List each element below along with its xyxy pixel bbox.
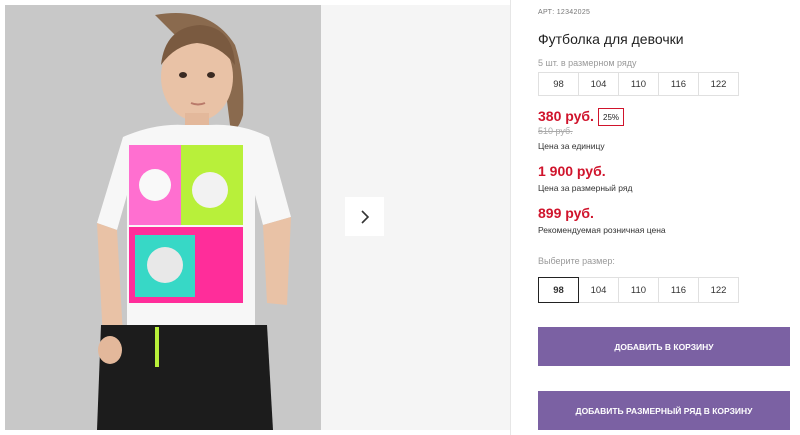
product-gallery xyxy=(0,0,510,435)
unit-price-caption: Цена за единицу xyxy=(538,141,605,151)
article-number: АРТ: 12342025 xyxy=(538,9,590,16)
pack-price: 1 900 руб. xyxy=(538,163,606,179)
pack-sizes: 98 104 110 116 122 xyxy=(538,72,739,96)
old-price: 510 руб. xyxy=(538,126,573,136)
pack-size-98: 98 xyxy=(538,72,579,96)
pack-size-116: 116 xyxy=(658,72,699,96)
size-option-116[interactable]: 116 xyxy=(658,277,699,303)
size-option-122[interactable]: 122 xyxy=(698,277,739,303)
add-to-cart-button[interactable]: ДОБАВИТЬ В КОРЗИНУ xyxy=(538,327,790,366)
add-pack-to-cart-button[interactable]: ДОБАВИТЬ РАЗМЕРНЫЙ РЯД В КОРЗИНУ xyxy=(538,391,790,430)
girl-in-tshirt-image xyxy=(5,5,321,430)
retail-price-caption: Рекомендуемая розничная цена xyxy=(538,225,666,235)
discount-badge: 25% xyxy=(598,108,625,126)
size-option-110[interactable]: 110 xyxy=(618,277,659,303)
choose-size-label: Выберите размер: xyxy=(538,256,615,266)
size-option-104[interactable]: 104 xyxy=(578,277,619,303)
next-image-button[interactable] xyxy=(345,197,384,236)
pack-size-110: 110 xyxy=(618,72,659,96)
unit-price: 380 руб. xyxy=(538,108,594,124)
pack-size-104: 104 xyxy=(578,72,619,96)
divider xyxy=(510,0,511,435)
retail-price: 899 руб. xyxy=(538,205,594,221)
product-photo xyxy=(5,5,321,430)
article-label: АРТ: xyxy=(538,9,555,16)
chevron-right-icon xyxy=(360,209,369,224)
product-title: Футболка для девочки xyxy=(538,31,684,47)
pack-size-label: 5 шт. в размерном ряду xyxy=(538,58,637,68)
pack-size-122: 122 xyxy=(698,72,739,96)
size-option-98[interactable]: 98 xyxy=(538,277,579,303)
article-value: 12342025 xyxy=(556,9,591,16)
pack-price-caption: Цена за размерный ряд xyxy=(538,183,633,193)
size-selector: 98 104 110 116 122 xyxy=(538,277,739,303)
